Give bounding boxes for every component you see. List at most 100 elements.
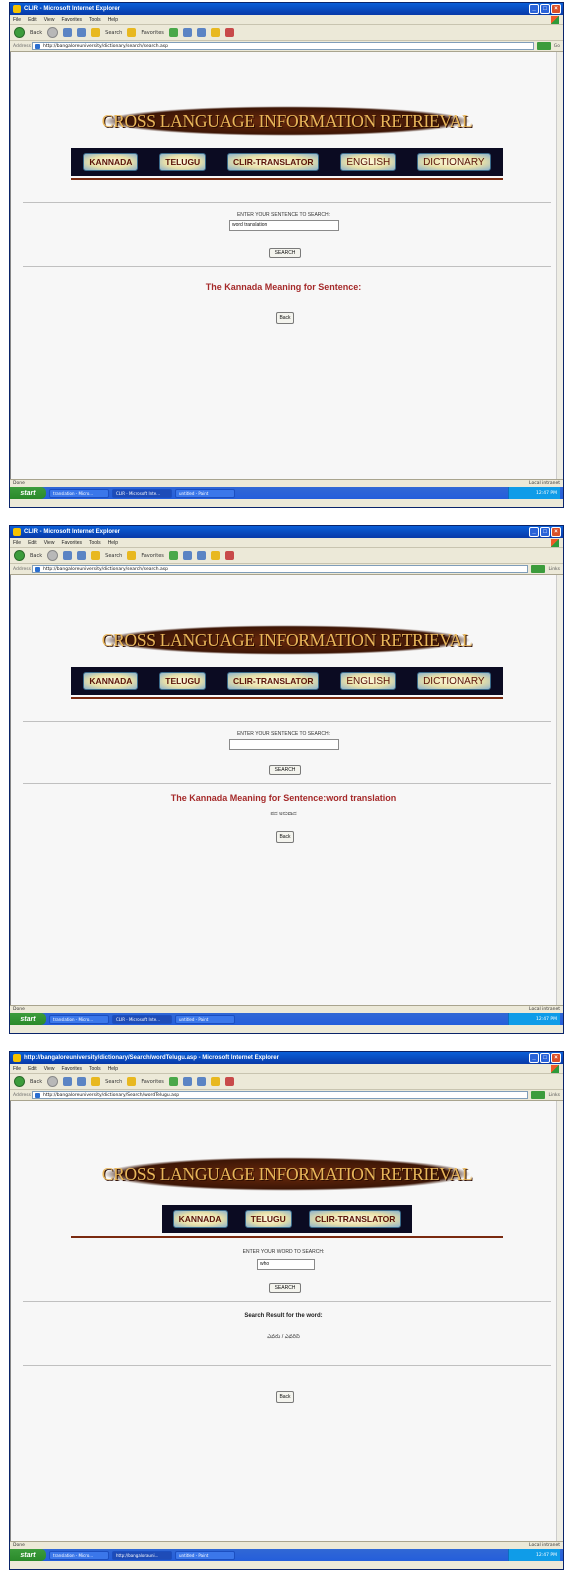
stop-icon[interactable] (63, 28, 73, 37)
refresh-icon[interactable] (77, 1077, 87, 1086)
address-input[interactable]: http://bangaloreuniversity/dictionary/Se… (32, 1091, 529, 1099)
print-icon[interactable] (196, 28, 206, 37)
taskbar-item[interactable]: untitled - Paint (175, 1550, 235, 1560)
maximize-button[interactable]: □ (540, 1053, 550, 1063)
go-button[interactable] (531, 1091, 546, 1099)
menu-favorites[interactable]: Favorites (61, 540, 82, 546)
menu-favorites[interactable]: Favorites (61, 17, 82, 23)
close-button[interactable]: × (551, 4, 561, 14)
refresh-icon[interactable] (77, 551, 87, 560)
nav-clir-translator-button[interactable]: CLIR-TRANSLATOR (308, 1210, 402, 1228)
menu-file[interactable]: File (13, 1066, 21, 1072)
maximize-button[interactable]: □ (540, 4, 550, 14)
go-button[interactable] (531, 565, 546, 573)
print-icon[interactable] (196, 1077, 206, 1086)
mail-icon[interactable] (182, 28, 192, 37)
vertical-scrollbar[interactable] (556, 52, 563, 479)
nav-telugu-button[interactable]: TELUGU (244, 1210, 292, 1228)
menu-edit[interactable]: Edit (28, 540, 37, 546)
maximize-button[interactable]: □ (540, 527, 550, 537)
menu-edit[interactable]: Edit (28, 17, 37, 23)
mail-icon[interactable] (182, 1077, 192, 1086)
search-label[interactable]: Search (105, 553, 122, 559)
nav-telugu-button[interactable]: TELUGU (159, 153, 207, 171)
menu-edit[interactable]: Edit (28, 1066, 37, 1072)
search-button[interactable]: SEARCH (269, 248, 301, 258)
back-button[interactable]: Back (276, 831, 294, 843)
nav-clir-translator-button[interactable]: CLIR-TRANSLATOR (227, 153, 320, 171)
home-icon[interactable] (91, 1077, 101, 1086)
search-button[interactable]: SEARCH (269, 1283, 301, 1293)
back-button[interactable]: Back (276, 312, 294, 324)
minimize-button[interactable]: _ (529, 1053, 539, 1063)
folder-icon[interactable] (210, 28, 220, 37)
vertical-scrollbar[interactable] (556, 575, 563, 1005)
start-button[interactable]: start (10, 1013, 46, 1025)
folder-icon[interactable] (210, 551, 220, 560)
history-icon[interactable] (168, 1077, 178, 1086)
nav-english-button[interactable]: ENGLISH (340, 153, 397, 171)
minimize-button[interactable]: _ (529, 527, 539, 537)
sentence-input[interactable]: word translation (229, 220, 339, 231)
menu-view[interactable]: View (44, 17, 55, 23)
search-button[interactable]: SEARCH (269, 765, 301, 775)
nav-kannada-button[interactable]: KANNADA (83, 672, 139, 690)
taskbar-item[interactable]: translation - Micro... (49, 488, 109, 498)
back-button[interactable]: Back (276, 1391, 294, 1403)
links-label[interactable]: Links (548, 1093, 560, 1098)
back-label[interactable]: Back (30, 1079, 42, 1085)
menu-tools[interactable]: Tools (89, 1066, 101, 1072)
favorites-star-icon[interactable] (127, 551, 137, 560)
history-icon[interactable] (168, 551, 178, 560)
menu-file[interactable]: File (13, 17, 21, 23)
nav-kannada-button[interactable]: KANNADA (83, 153, 139, 171)
menu-favorites[interactable]: Favorites (61, 1066, 82, 1072)
taskbar-item[interactable]: CLIR - Microsoft Inte... (112, 488, 172, 498)
close-button[interactable]: × (551, 527, 561, 537)
search-label[interactable]: Search (105, 30, 122, 36)
favorites-label[interactable]: Favorites (141, 30, 164, 36)
start-button[interactable]: start (10, 487, 46, 499)
address-input[interactable]: http://bangaloreuniversity/dictionary/se… (32, 565, 529, 573)
taskbar-item[interactable]: http://bangalorauni... (112, 1550, 172, 1560)
taskbar-item[interactable]: translation - Micro... (49, 1014, 109, 1024)
back-label[interactable]: Back (30, 553, 42, 559)
stop-icon[interactable] (63, 1077, 73, 1086)
favorites-star-icon[interactable] (127, 1077, 137, 1086)
menu-file[interactable]: File (13, 540, 21, 546)
menu-tools[interactable]: Tools (89, 17, 101, 23)
back-icon[interactable] (14, 27, 25, 38)
messenger-icon[interactable] (224, 551, 234, 560)
minimize-button[interactable]: _ (529, 4, 539, 14)
stop-icon[interactable] (63, 551, 73, 560)
nav-kannada-button[interactable]: KANNADA (172, 1210, 228, 1228)
home-icon[interactable] (91, 28, 101, 37)
nav-telugu-button[interactable]: TELUGU (159, 672, 207, 690)
links-label[interactable]: Links (548, 567, 560, 572)
history-icon[interactable] (168, 28, 178, 37)
taskbar-item[interactable]: translation - Micro... (49, 1550, 109, 1560)
favorites-label[interactable]: Favorites (141, 553, 164, 559)
go-label[interactable]: Go (554, 44, 560, 49)
taskbar-item[interactable]: untitled - Paint (175, 1014, 235, 1024)
menu-view[interactable]: View (44, 1066, 55, 1072)
nav-english-button[interactable]: ENGLISH (340, 672, 397, 690)
word-input[interactable]: who (257, 1259, 315, 1270)
go-button[interactable] (536, 42, 551, 50)
print-icon[interactable] (196, 551, 206, 560)
forward-icon[interactable] (47, 1076, 59, 1087)
search-label[interactable]: Search (105, 1079, 122, 1085)
forward-icon[interactable] (47, 27, 59, 38)
menu-help[interactable]: Help (108, 17, 118, 23)
refresh-icon[interactable] (77, 28, 87, 37)
menu-help[interactable]: Help (108, 540, 118, 546)
start-button[interactable]: start (10, 1549, 46, 1561)
menu-view[interactable]: View (44, 540, 55, 546)
menu-tools[interactable]: Tools (89, 540, 101, 546)
taskbar-item[interactable]: untitled - Paint (175, 488, 235, 498)
messenger-icon[interactable] (224, 1077, 234, 1086)
messenger-icon[interactable] (224, 28, 234, 37)
folder-icon[interactable] (210, 1077, 220, 1086)
back-icon[interactable] (14, 550, 25, 561)
favorites-star-icon[interactable] (127, 28, 137, 37)
